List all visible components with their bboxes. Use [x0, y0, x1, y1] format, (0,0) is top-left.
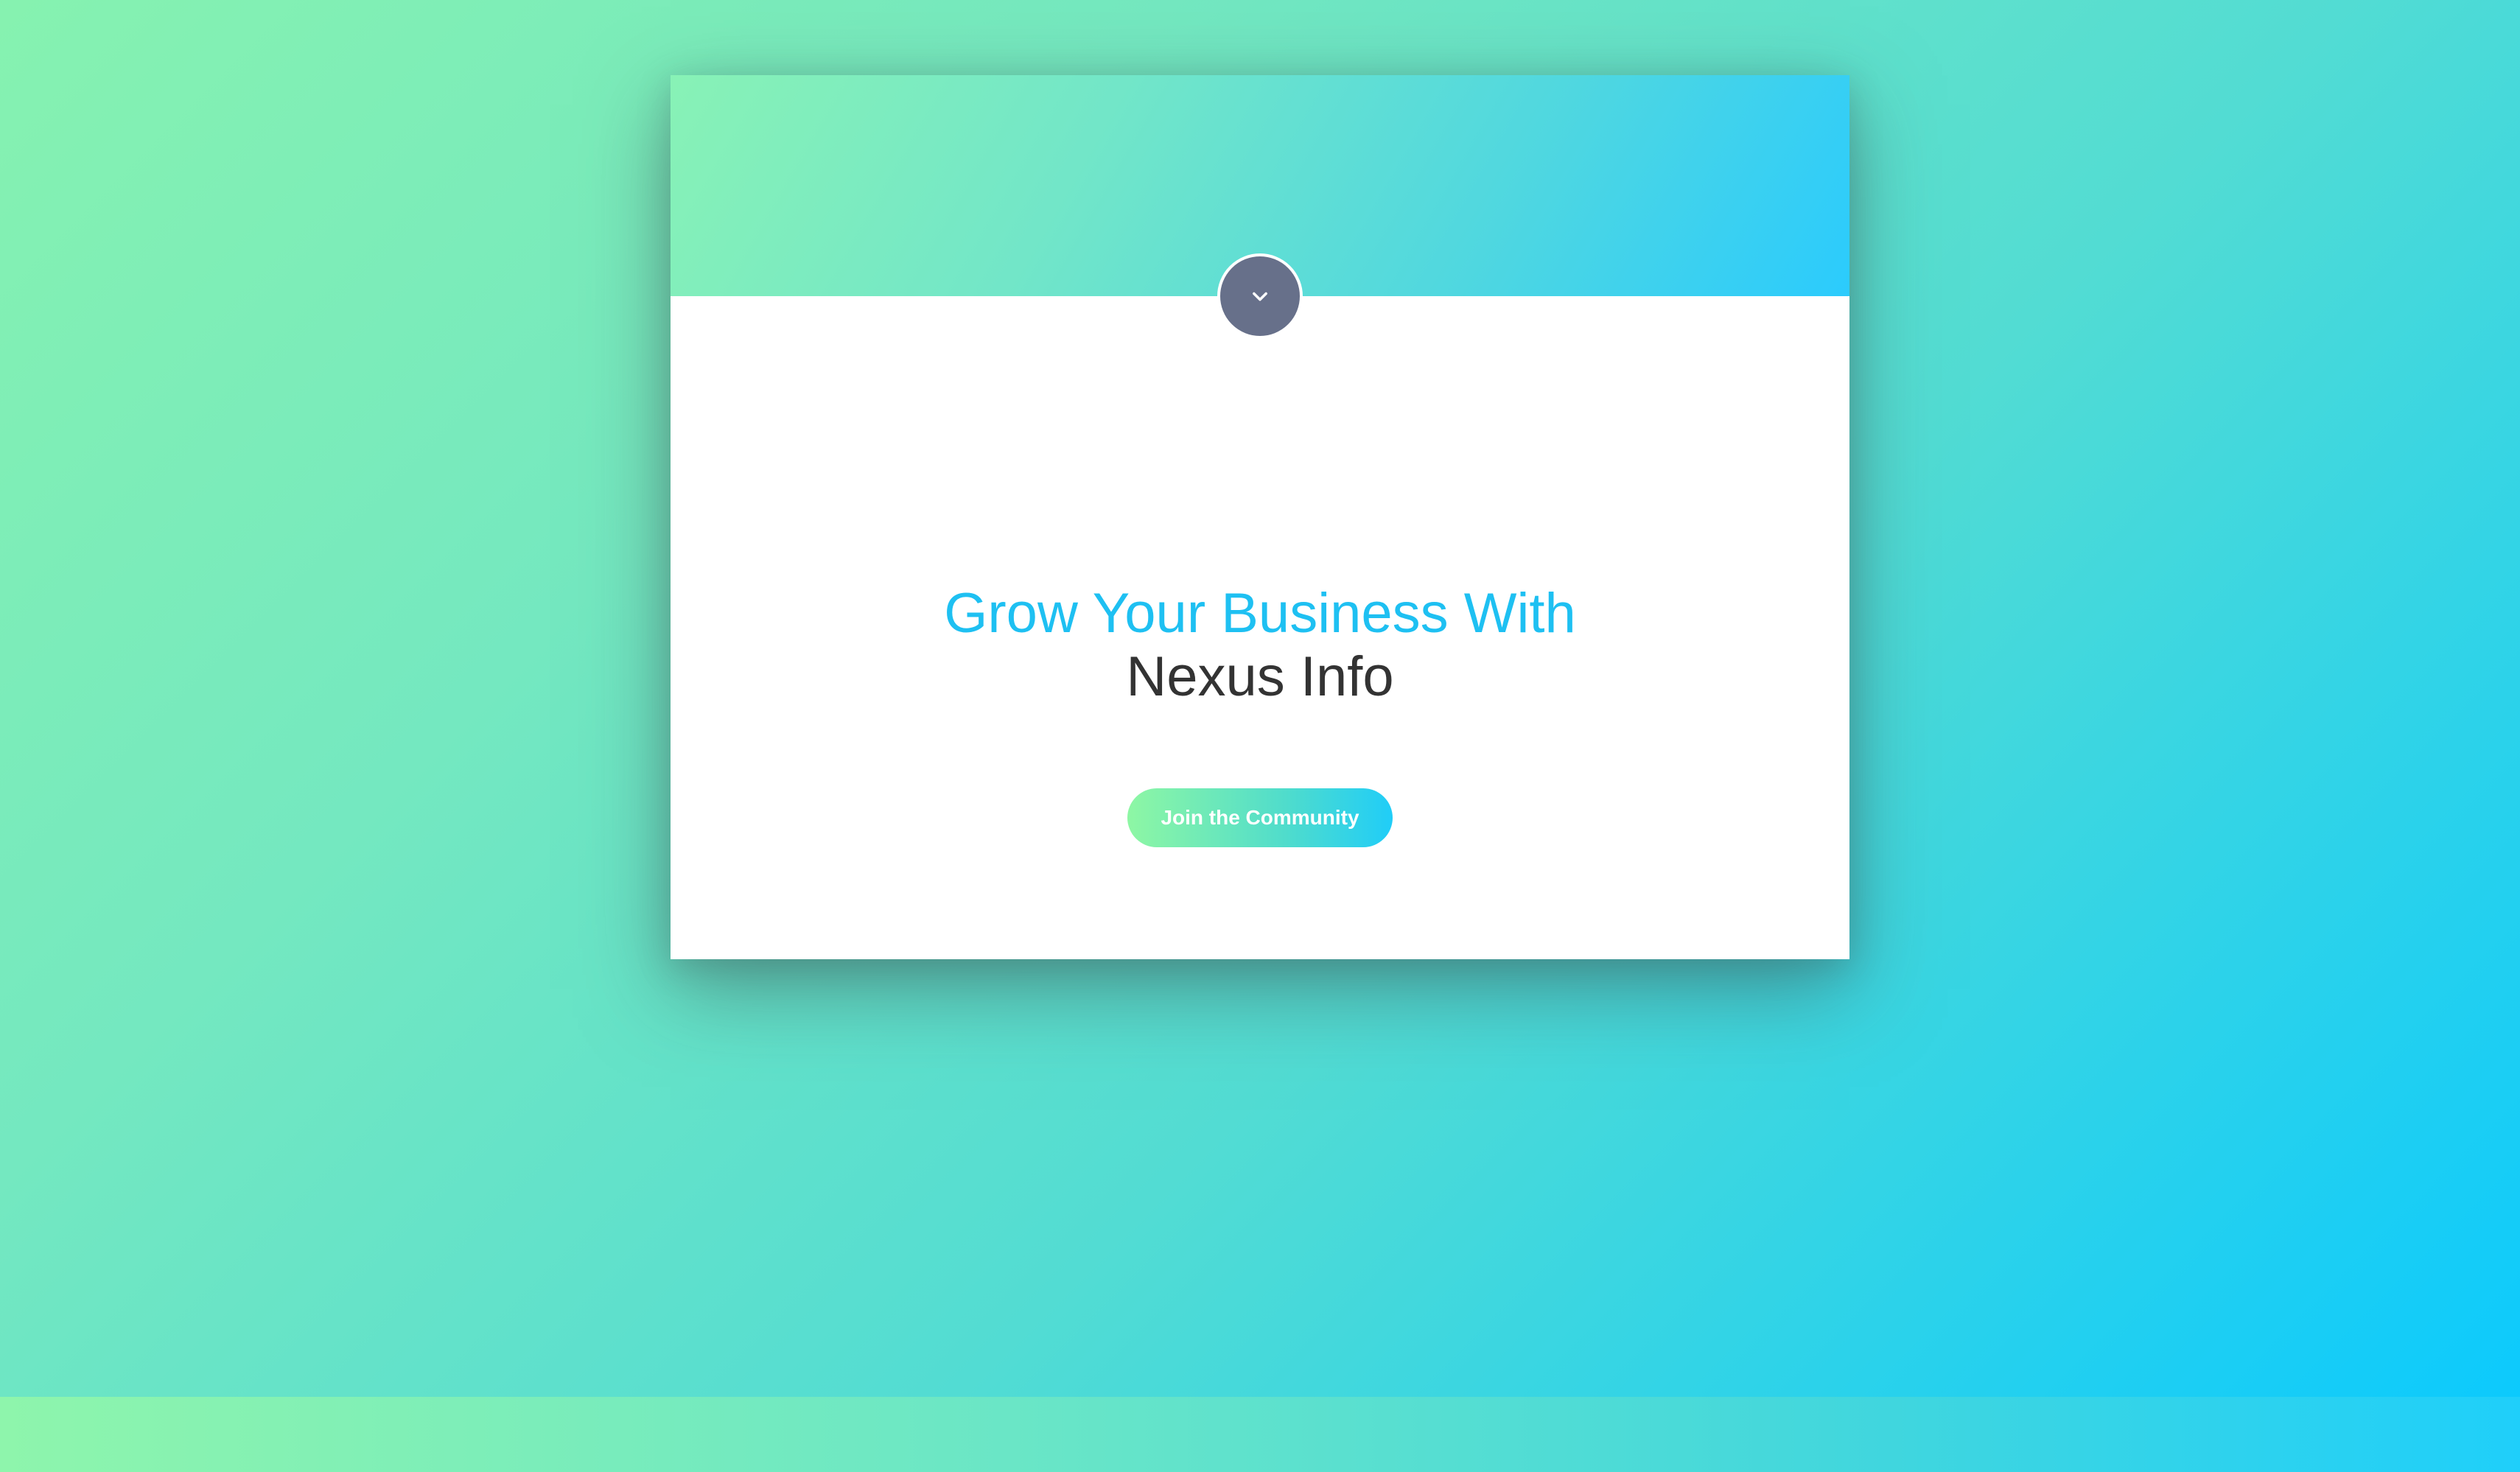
- join-community-button[interactable]: Join the Community: [1127, 788, 1393, 847]
- hero-headline: Grow Your Business With Nexus Info: [671, 582, 1849, 709]
- expand-toggle-button[interactable]: [1217, 253, 1303, 339]
- hero-card: Grow Your Business With Nexus Info Join …: [671, 75, 1849, 959]
- headline-line-2: Nexus Info: [1126, 645, 1394, 708]
- headline-line-1: Grow Your Business With: [944, 582, 1576, 645]
- chevron-down-icon: [1253, 292, 1267, 301]
- footer-strip: [0, 1397, 2520, 1472]
